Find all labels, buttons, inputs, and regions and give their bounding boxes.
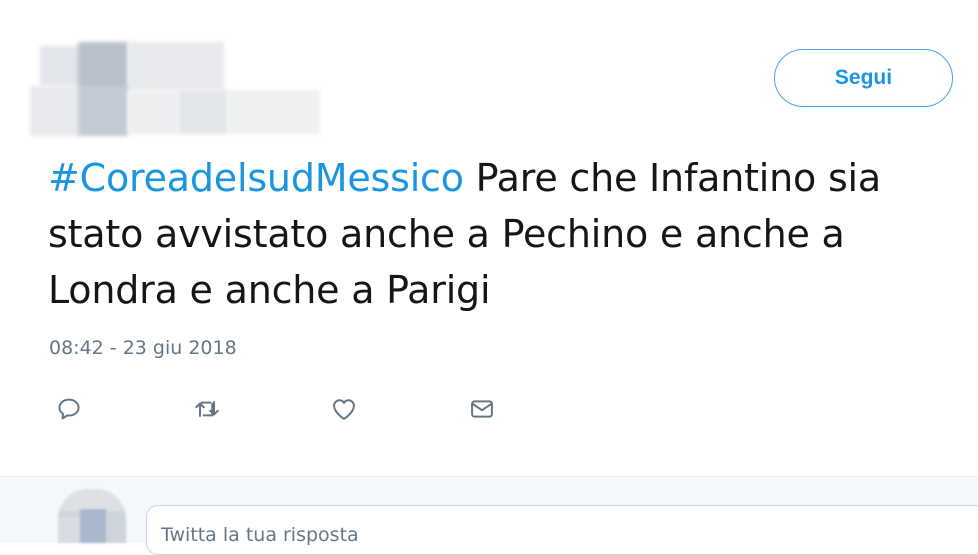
speech-bubble-icon [58,398,80,420]
tweet-text: #CoreadelsudMessico Pare che Infantino s… [48,150,973,318]
follow-button[interactable]: Segui [774,49,953,107]
reply-composer: Twitta la tua risposta [0,476,978,555]
like-button[interactable] [327,392,361,426]
envelope-icon [471,400,493,418]
tweet-timestamp[interactable]: 08:42 - 23 giu 2018 [49,337,237,359]
author-info-blurred [30,40,322,136]
avatar [58,489,126,543]
direct-message-button[interactable] [465,392,499,426]
retweet-icon [195,401,219,417]
hashtag-link[interactable]: #CoreadelsudMessico [48,156,464,200]
reply-button[interactable] [52,392,86,426]
tweet-card: Segui #CoreadelsudMessico Pare che Infan… [0,0,978,476]
reply-input[interactable]: Twitta la tua risposta [146,505,978,555]
retweet-button[interactable] [190,392,224,426]
heart-icon [333,399,355,420]
